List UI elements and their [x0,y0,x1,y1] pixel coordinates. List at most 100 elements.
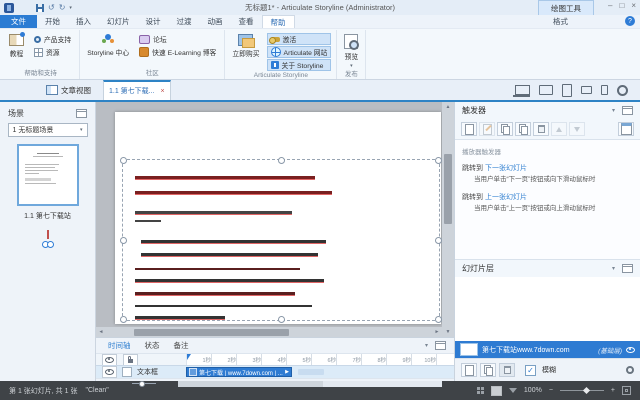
slide-thumbnail[interactable] [17,144,79,206]
help-icon[interactable]: ? [625,16,635,26]
qat-dropdown-icon[interactable]: ▾ [69,5,72,11]
slide[interactable] [115,112,441,324]
collapse-panel-icon[interactable] [622,106,633,115]
chevron-down-icon[interactable]: ▾ [612,265,615,272]
close-icon[interactable]: × [161,88,165,95]
timeline-ruler[interactable]: 1秒2秒3秒4秒5秒6秒7秒8秒9秒10秒 [186,353,454,365]
gear-icon[interactable] [626,366,634,374]
delete-layer-button[interactable] [499,363,515,377]
object-visibility-button[interactable] [102,366,117,378]
copy-trigger-button[interactable] [497,122,513,136]
zoom-in-icon[interactable]: + [611,387,615,394]
duplicate-layer-button[interactable] [480,363,496,377]
tab-design[interactable]: 设计 [138,15,169,28]
object-name[interactable]: 文本框 [137,367,158,377]
close-button[interactable]: × [631,1,636,10]
timeline-object-bar[interactable]: 第七下载 | www.7down.com | ... ▶ [186,367,292,377]
object-lock-checkbox[interactable] [122,367,132,377]
product-support-button[interactable]: 产品支持 [31,33,74,45]
save-icon[interactable] [36,4,44,12]
resize-handle[interactable] [120,237,127,244]
storyline-central-button[interactable]: Storyline 中心 [85,33,131,58]
resources-button[interactable]: 资源 [31,46,74,58]
blur-checkbox[interactable]: ✓ [525,365,536,376]
timeline-track[interactable]: 第七下载 | www.7down.com | ... ▶ [186,365,454,378]
tab-insert[interactable]: 插入 [68,15,99,28]
tutorials-button[interactable]: 教程 [7,33,26,59]
zoom-out-icon[interactable]: − [549,387,553,394]
tab-view[interactable]: 查看 [231,15,262,28]
slide-layers-list[interactable] [455,277,640,341]
preview-button[interactable]: 预览 ▾ [342,33,360,70]
collapse-panel-icon[interactable] [622,264,633,273]
buy-now-button[interactable]: 立即购买 [230,33,261,59]
timeline-horizontal-scrollbar[interactable] [178,381,442,387]
move-trigger-up-button[interactable] [551,122,567,136]
toggle-visibility-button[interactable] [102,354,117,366]
canvas-horizontal-scrollbar[interactable]: ◄ ► [96,327,442,337]
paste-trigger-button[interactable] [515,122,531,136]
fit-to-window-icon[interactable] [622,386,631,395]
tab-animations[interactable]: 动画 [200,15,231,28]
trigger-link[interactable]: 下一张幻灯片 [485,165,527,172]
tab-states[interactable]: 状态 [145,340,160,351]
trigger-item[interactable]: 跳转到 上一张幻灯片 [462,192,633,202]
desktop-preview-icon[interactable] [515,85,530,95]
undo-icon[interactable]: ↺ [48,4,55,12]
zoom-slider-thumb[interactable] [583,387,590,394]
move-trigger-down-button[interactable] [569,122,585,136]
scroll-left-icon[interactable]: ◄ [96,329,106,335]
about-storyline-button[interactable]: 关于 Storyline [267,59,332,71]
chevron-down-icon[interactable]: ▾ [612,107,615,114]
resize-handle[interactable] [278,157,285,164]
maximize-button[interactable]: □ [619,1,624,10]
gear-icon[interactable] [617,85,628,96]
tab-file[interactable]: 文件 [0,15,37,28]
activate-button[interactable]: 激活 [267,33,332,45]
timeline-zoom-slider[interactable] [132,383,156,384]
articulate-website-button[interactable]: Articulate 网站 [267,46,332,58]
new-layer-button[interactable] [461,363,477,377]
elearning-blog-button[interactable]: 快速 E-Learning 博客 [136,46,219,58]
slide-document-tab[interactable]: 1.1 第七下载... × [103,80,171,100]
scroll-right-icon[interactable]: ► [432,329,442,335]
scrollbar-thumb[interactable] [134,329,289,336]
toggle-lock-button[interactable] [123,354,138,366]
tab-slides[interactable]: 幻灯片 [99,15,138,28]
phone-landscape-icon[interactable] [581,86,592,94]
slide-thumbnail-label[interactable]: 1.1 第七下载站 [24,211,71,221]
redo-icon[interactable]: ↻ [59,4,66,12]
phone-portrait-icon[interactable] [601,85,608,95]
canvas-vertical-scrollbar[interactable]: ▲ ▼ [442,102,454,337]
story-view-button[interactable]: 文章视图 [46,80,91,100]
scroll-up-icon[interactable]: ▲ [446,102,451,112]
feedback-view-toggle-icon[interactable] [509,388,517,393]
zoom-slider[interactable] [560,390,604,391]
manage-variables-button[interactable] [618,122,634,136]
scrollbar-thumb[interactable] [444,154,452,224]
minimize-button[interactable]: – [608,1,612,10]
trigger-item[interactable]: 跳转到 下一张幻灯片 [462,163,633,173]
new-trigger-button[interactable] [461,122,477,136]
scroll-down-icon[interactable]: ▼ [446,327,451,337]
resize-handle[interactable] [435,237,442,244]
tablet-portrait-icon[interactable] [562,84,572,97]
tablet-landscape-icon[interactable] [539,85,553,95]
resize-handle[interactable] [120,316,127,323]
tab-home[interactable]: 开始 [37,15,68,28]
slide-canvas[interactable] [96,102,442,327]
collapse-panel-icon[interactable] [435,341,446,350]
edit-trigger-button[interactable] [479,122,495,136]
tab-transitions[interactable]: 过渡 [169,15,200,28]
tab-help[interactable]: 帮助 [262,15,295,28]
delete-trigger-button[interactable] [533,122,549,136]
chevron-down-icon[interactable]: ▾ [350,63,353,69]
eye-icon[interactable] [626,347,635,353]
resize-handle[interactable] [120,157,127,164]
tab-notes[interactable]: 备注 [174,340,189,351]
playhead[interactable] [186,354,191,360]
resize-handle[interactable] [435,316,442,323]
base-layer-row[interactable]: 第七下载站www.7down.com (基础层) [455,341,640,358]
scene-dropdown[interactable]: 1 无标题场景 ▾ [8,123,88,137]
story-view-toggle-icon[interactable] [477,387,484,394]
